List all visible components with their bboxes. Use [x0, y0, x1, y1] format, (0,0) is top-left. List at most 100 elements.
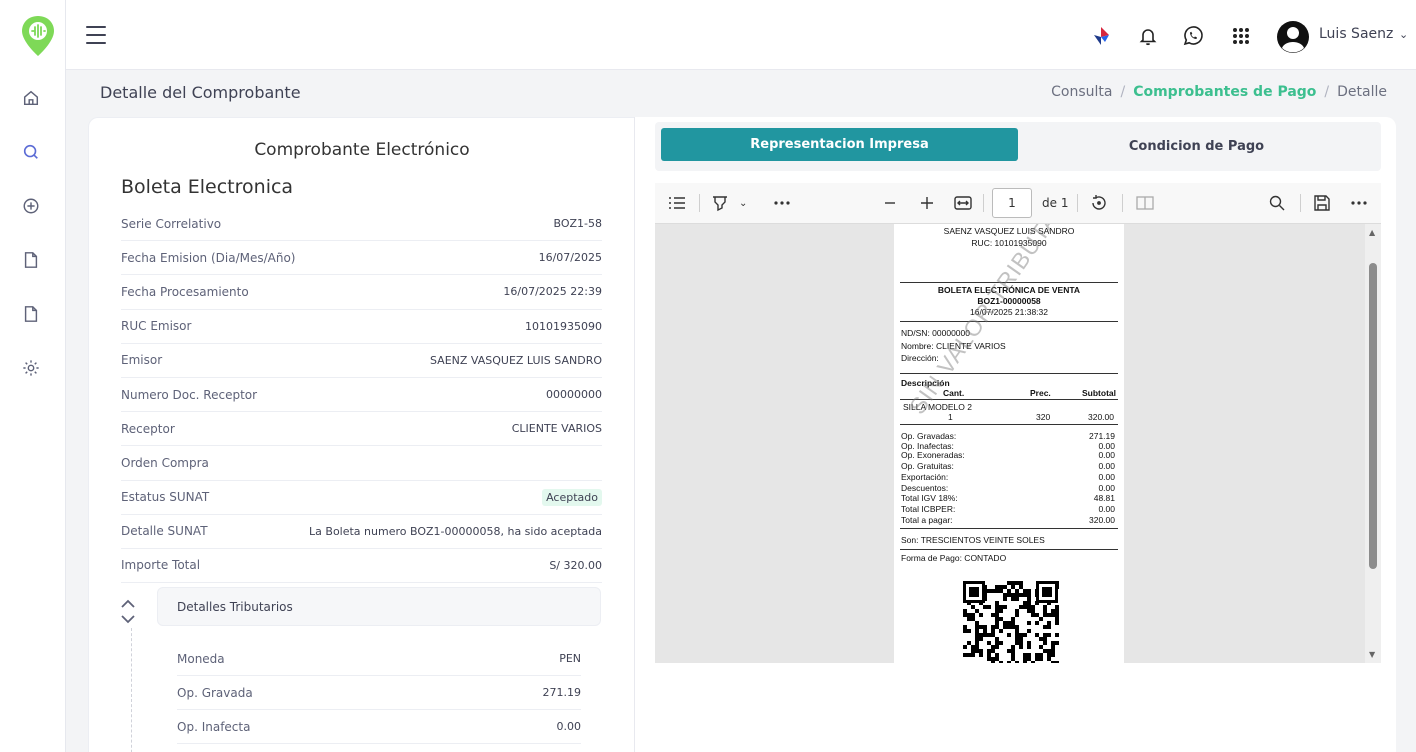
page-number-input[interactable]	[992, 188, 1032, 218]
detail-value: S/ 320.00	[549, 558, 602, 572]
detail-row: Receptor CLIENTE VARIOS	[121, 412, 602, 447]
breadcrumb-comprobantes[interactable]: Comprobantes de Pago	[1133, 84, 1316, 100]
detail-value: SAENZ VASQUEZ LUIS SANDRO	[429, 353, 602, 367]
detail-row: Fecha Procesamiento 16/07/2025 22:39	[121, 275, 602, 310]
comprobante-card: Comprobante Electrónico Boleta Electroni…	[88, 117, 634, 752]
detail-label: Numero Doc. Receptor	[121, 387, 258, 402]
detail-value: 10101935090	[525, 319, 602, 333]
detail-value: 16/07/2025	[538, 251, 602, 265]
scroll-up-icon[interactable]: ▲	[1369, 228, 1375, 237]
receipt-col-subtotal: Subtotal	[1082, 388, 1116, 398]
settings-icon[interactable]	[20, 357, 42, 379]
detail-value: CLIENTE VARIOS	[511, 422, 602, 436]
more-options-icon[interactable]	[774, 193, 790, 213]
chevron-down-icon[interactable]: ⌄	[739, 193, 747, 213]
add-circle-icon[interactable]	[20, 195, 42, 217]
app-logo[interactable]	[20, 14, 56, 58]
detail-value: 271.19	[542, 686, 582, 699]
detail-label: RUC Emisor	[121, 319, 192, 334]
scroll-down-icon[interactable]: ▼	[1369, 650, 1375, 659]
detail-row: Emisor SAENZ VASQUEZ LUIS SANDRO	[121, 344, 602, 378]
tributarios-header[interactable]: Detalles Tributarios	[157, 587, 601, 626]
detail-label: Op. Inafecta	[177, 719, 251, 734]
timeline-divider	[131, 628, 132, 752]
detail-row: Serie Correlativo BOZ1-58	[121, 207, 602, 242]
document-type: Boleta Electronica	[121, 176, 294, 198]
receipt-ruc: RUC: 10101935090	[971, 238, 1047, 248]
breadcrumb-consulta[interactable]: Consulta	[1051, 84, 1112, 100]
detail-row: Estatus SUNAT Aceptado	[121, 481, 602, 515]
report-icon[interactable]	[20, 303, 42, 325]
pdf-viewer: ⌄ de 1	[655, 183, 1381, 663]
whatsapp-icon[interactable]	[1181, 24, 1205, 48]
outline-list-icon[interactable]	[668, 193, 686, 213]
detail-label: Detalle SUNAT	[121, 524, 208, 539]
breadcrumb-separator: /	[1324, 84, 1330, 100]
zoom-out-icon[interactable]	[884, 193, 896, 213]
receipt-total-row: Op. Gravadas: 271.19	[901, 431, 1115, 441]
pdf-page-area[interactable]: SAENZ VASQUEZ LUIS SANDRO RUC: 101019350…	[655, 224, 1365, 663]
breadcrumb: Consulta / Comprobantes de Pago / Detall…	[1051, 84, 1387, 100]
apps-grid-icon[interactable]	[1229, 24, 1253, 48]
fit-width-icon[interactable]	[954, 193, 972, 213]
detail-value: 16/07/2025 22:39	[503, 285, 602, 299]
brand-flag-icon[interactable]	[1089, 24, 1113, 48]
menu-toggle-icon[interactable]	[86, 26, 106, 44]
search-icon[interactable]	[20, 141, 42, 163]
detail-label: Op. Gravada	[177, 685, 253, 700]
pdf-scrollbar[interactable]: ▲ ▼	[1365, 224, 1381, 663]
user-name[interactable]: Luis Saenz	[1319, 26, 1393, 42]
tab-representacion-impresa[interactable]: Representacion Impresa	[661, 128, 1018, 161]
detail-label: Importe Total	[121, 558, 201, 573]
receipt-total-row: Total IGV 18%: 48.81	[901, 493, 1115, 503]
receipt-item-cant: 1	[948, 412, 953, 422]
home-icon[interactable]	[20, 87, 42, 109]
pdf-toolbar: ⌄ de 1	[655, 183, 1381, 224]
save-icon[interactable]	[1314, 193, 1330, 213]
receipt-forma-pago: Forma de Pago: CONTADO	[901, 553, 1007, 563]
chevron-down-icon[interactable]: ⌄	[1399, 28, 1408, 41]
detail-row: RUC Emisor 10101935090	[121, 310, 602, 344]
scroll-thumb[interactable]	[1369, 263, 1377, 569]
detail-row: Op. Gravada 271.19	[177, 676, 581, 710]
receipt-item-subtotal: 320.00	[1088, 412, 1114, 422]
receipt-page: SAENZ VASQUEZ LUIS SANDRO RUC: 101019350…	[894, 224, 1124, 663]
status-badge: Aceptado	[542, 488, 602, 506]
tab-bar: Representacion Impresa Condicion de Pago	[655, 122, 1381, 171]
more-options-icon[interactable]	[1351, 193, 1367, 213]
detail-label: Fecha Emision (Dia/Mes/Año)	[121, 250, 296, 265]
detail-label: Receptor	[121, 421, 175, 436]
detail-label: Orden Compra	[121, 455, 209, 470]
detail-row: Orden Compra	[121, 446, 602, 481]
detail-list: Serie Correlativo BOZ1-58 Fecha Emision (…	[121, 207, 602, 584]
receipt-son: Son: TRESCIENTOS VEINTE SOLES	[901, 535, 1045, 545]
detail-row: Numero Doc. Receptor 00000000	[121, 378, 602, 413]
detail-label: Fecha Procesamiento	[121, 284, 249, 299]
detail-value: PEN	[559, 652, 581, 665]
search-icon[interactable]	[1269, 193, 1285, 213]
receipt-total-row: Op. Exoneradas: 0.00	[901, 450, 1115, 460]
receipt-total-row: Total ICBPER: 0.00	[901, 504, 1115, 514]
detail-value: 00000000	[546, 388, 602, 402]
rotate-icon[interactable]	[1090, 193, 1108, 213]
receipt-item-prec: 320	[1036, 412, 1051, 422]
detail-row: Op. Inafecta 0.00	[177, 710, 581, 744]
document-icon[interactable]	[20, 249, 42, 271]
expand-collapse-icon[interactable]	[119, 598, 137, 626]
two-page-view-icon[interactable]	[1136, 193, 1154, 213]
highlight-icon[interactable]	[711, 193, 729, 213]
receipt-total-row: Total a pagar: 320.00	[901, 515, 1115, 525]
receipt-total-row: Exportación: 0.00	[901, 472, 1115, 482]
receipt-issuer: SAENZ VASQUEZ LUIS SANDRO	[943, 226, 1075, 236]
breadcrumb-separator: /	[1120, 84, 1126, 100]
detail-label: Serie Correlativo	[121, 216, 222, 231]
detail-row: Detalle SUNAT La Boleta numero BOZ1-00000…	[121, 515, 602, 549]
notification-bell-icon[interactable]	[1136, 24, 1160, 48]
page-title: Detalle del Comprobante	[100, 83, 301, 102]
receipt-col-prec: Prec.	[1030, 388, 1051, 398]
page-count: de 1	[1042, 196, 1069, 210]
avatar[interactable]	[1276, 20, 1310, 54]
zoom-in-icon[interactable]	[920, 193, 934, 213]
tab-condicion-pago[interactable]: Condicion de Pago	[1018, 128, 1375, 165]
sidebar	[0, 0, 66, 752]
